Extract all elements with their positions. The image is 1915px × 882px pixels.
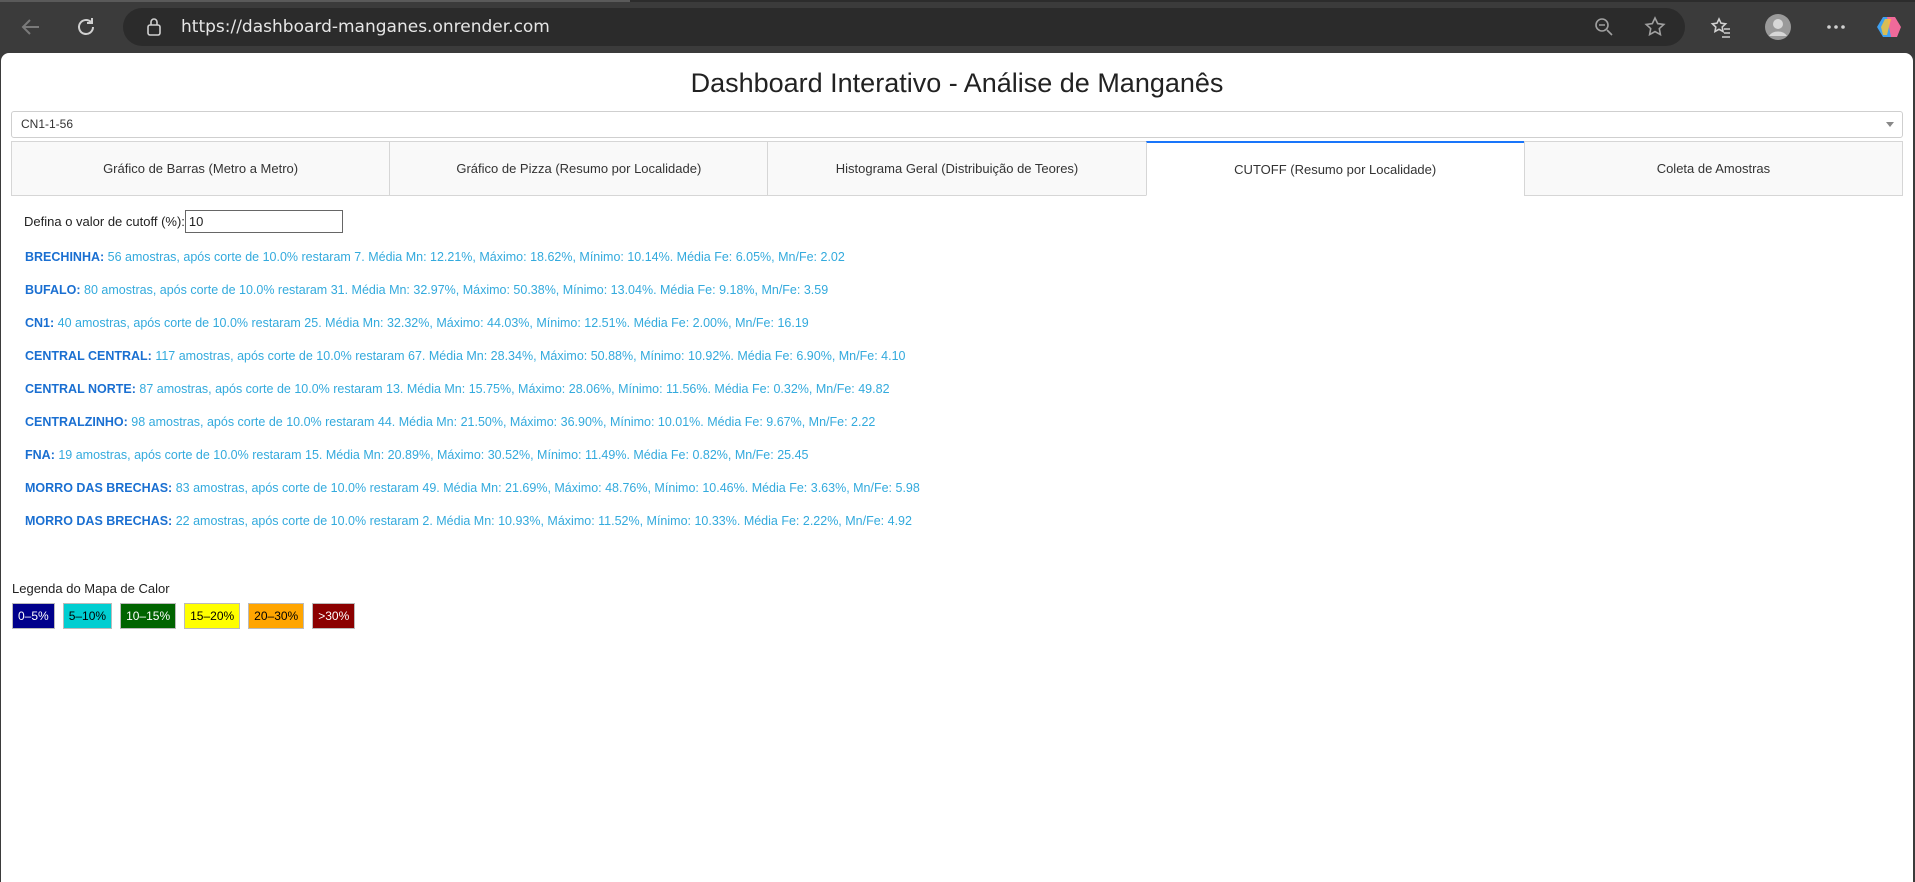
result-summary: 117 amostras, após corte de 10.0% restar… [155,349,906,363]
legend-swatch: 20–30% [248,603,305,629]
cutoff-label: Defina o valor de cutoff (%): [24,214,185,229]
tab-bar: Gráfico de Barras (Metro a Metro) Gráfic… [11,141,1904,196]
result-summary: 40 amostras, após corte de 10.0% restara… [57,316,809,330]
dropdown-value: CN1-1-56 [21,117,74,131]
active-tab-strip [0,0,630,2]
result-summary: 98 amostras, após corte de 10.0% restara… [131,415,876,429]
location-name: MORRO DAS BRECHAS: [25,481,173,495]
list-item: CN1: 40 amostras, após corte de 10.0% re… [25,316,920,349]
refresh-icon [78,18,94,35]
tab-sample-collection[interactable]: Coleta de Amostras [1523,141,1904,196]
heatmap-legend-title: Legenda do Mapa de Calor [12,581,170,596]
cutoff-input[interactable] [184,210,343,233]
page-content: Dashboard Interativo - Análise de Mangan… [1,53,1913,882]
list-item: MORRO DAS BRECHAS: 83 amostras, após cor… [25,481,920,514]
cutoff-results-list: BRECHINHA: 56 amostras, após corte de 10… [25,250,920,547]
tab-bar-chart[interactable]: Gráfico de Barras (Metro a Metro) [11,141,391,196]
list-item: MORRO DAS BRECHAS: 22 amostras, após cor… [25,514,920,547]
page-title: Dashboard Interativo - Análise de Mangan… [690,68,1224,98]
refresh-button[interactable] [70,11,102,43]
result-summary: 87 amostras, após corte de 10.0% restara… [139,382,890,396]
list-item: BUFALO: 80 amostras, após corte de 10.0%… [25,283,920,316]
legend-swatch: 15–20% [184,603,241,629]
favorite-star-icon[interactable] [1643,15,1667,43]
legend-swatch: 10–15% [120,603,177,629]
result-summary: 56 amostras, após corte de 10.0% restara… [107,250,845,264]
result-summary: 80 amostras, após corte de 10.0% restara… [84,283,829,297]
result-summary: 22 amostras, após corte de 10.0% restara… [175,514,912,528]
legend-swatch: >30% [312,603,356,629]
list-item: BRECHINHA: 56 amostras, após corte de 10… [25,250,920,283]
list-item: CENTRAL NORTE: 87 amostras, após corte d… [25,382,920,415]
list-item: FNA: 19 amostras, após corte de 10.0% re… [25,448,920,481]
cutoff-control: Defina o valor de cutoff (%): [24,210,343,233]
back-button[interactable] [15,11,47,43]
browser-toolbar: https://dashboard-manganes.onrender.com [0,0,1915,54]
tab-cutoff[interactable]: CUTOFF (Resumo por Localidade) [1145,141,1525,196]
favorites-button[interactable] [1705,11,1737,43]
back-arrow-icon [21,19,39,35]
location-name: FNA: [25,448,55,462]
profile-button[interactable] [1762,11,1794,43]
copilot-icon [1877,17,1901,37]
lock-icon[interactable] [145,17,163,41]
location-name: CENTRAL CENTRAL: [25,349,152,363]
result-summary: 19 amostras, após corte de 10.0% restara… [58,448,809,462]
more-options-button[interactable] [1820,11,1852,43]
address-url[interactable]: https://dashboard-manganes.onrender.com [181,17,550,37]
location-name: CENTRALZINHO: [25,415,128,429]
chevron-down-icon[interactable] [1886,122,1894,127]
location-name: MORRO DAS BRECHAS: [25,514,173,528]
location-name: CN1: [25,316,55,330]
tab-pie-chart[interactable]: Gráfico de Pizza (Resumo por Localidade) [389,141,769,196]
copilot-button[interactable] [1873,11,1905,43]
address-bar[interactable]: https://dashboard-manganes.onrender.com [123,8,1685,46]
heatmap-legend: 0–5% 5–10% 10–15% 15–20% 20–30% >30% [12,603,363,629]
location-dropdown[interactable]: CN1-1-56 [11,111,1903,138]
location-name: BUFALO: [25,283,81,297]
tab-histogram[interactable]: Histograma Geral (Distribuição de Teores… [767,141,1147,196]
legend-swatch: 5–10% [62,603,113,629]
legend-swatch: 0–5% [12,603,55,629]
avatar-icon [1765,14,1791,40]
zoom-out-icon[interactable] [1593,16,1615,42]
location-name: CENTRAL NORTE: [25,382,136,396]
result-summary: 83 amostras, após corte de 10.0% restara… [175,481,920,495]
list-item: CENTRALZINHO: 98 amostras, após corte de… [25,415,920,448]
location-name: BRECHINHA: [25,250,105,264]
ellipsis-icon [1827,25,1845,29]
list-item: CENTRAL CENTRAL: 117 amostras, após cort… [25,349,920,382]
favorites-list-icon [1710,17,1730,38]
